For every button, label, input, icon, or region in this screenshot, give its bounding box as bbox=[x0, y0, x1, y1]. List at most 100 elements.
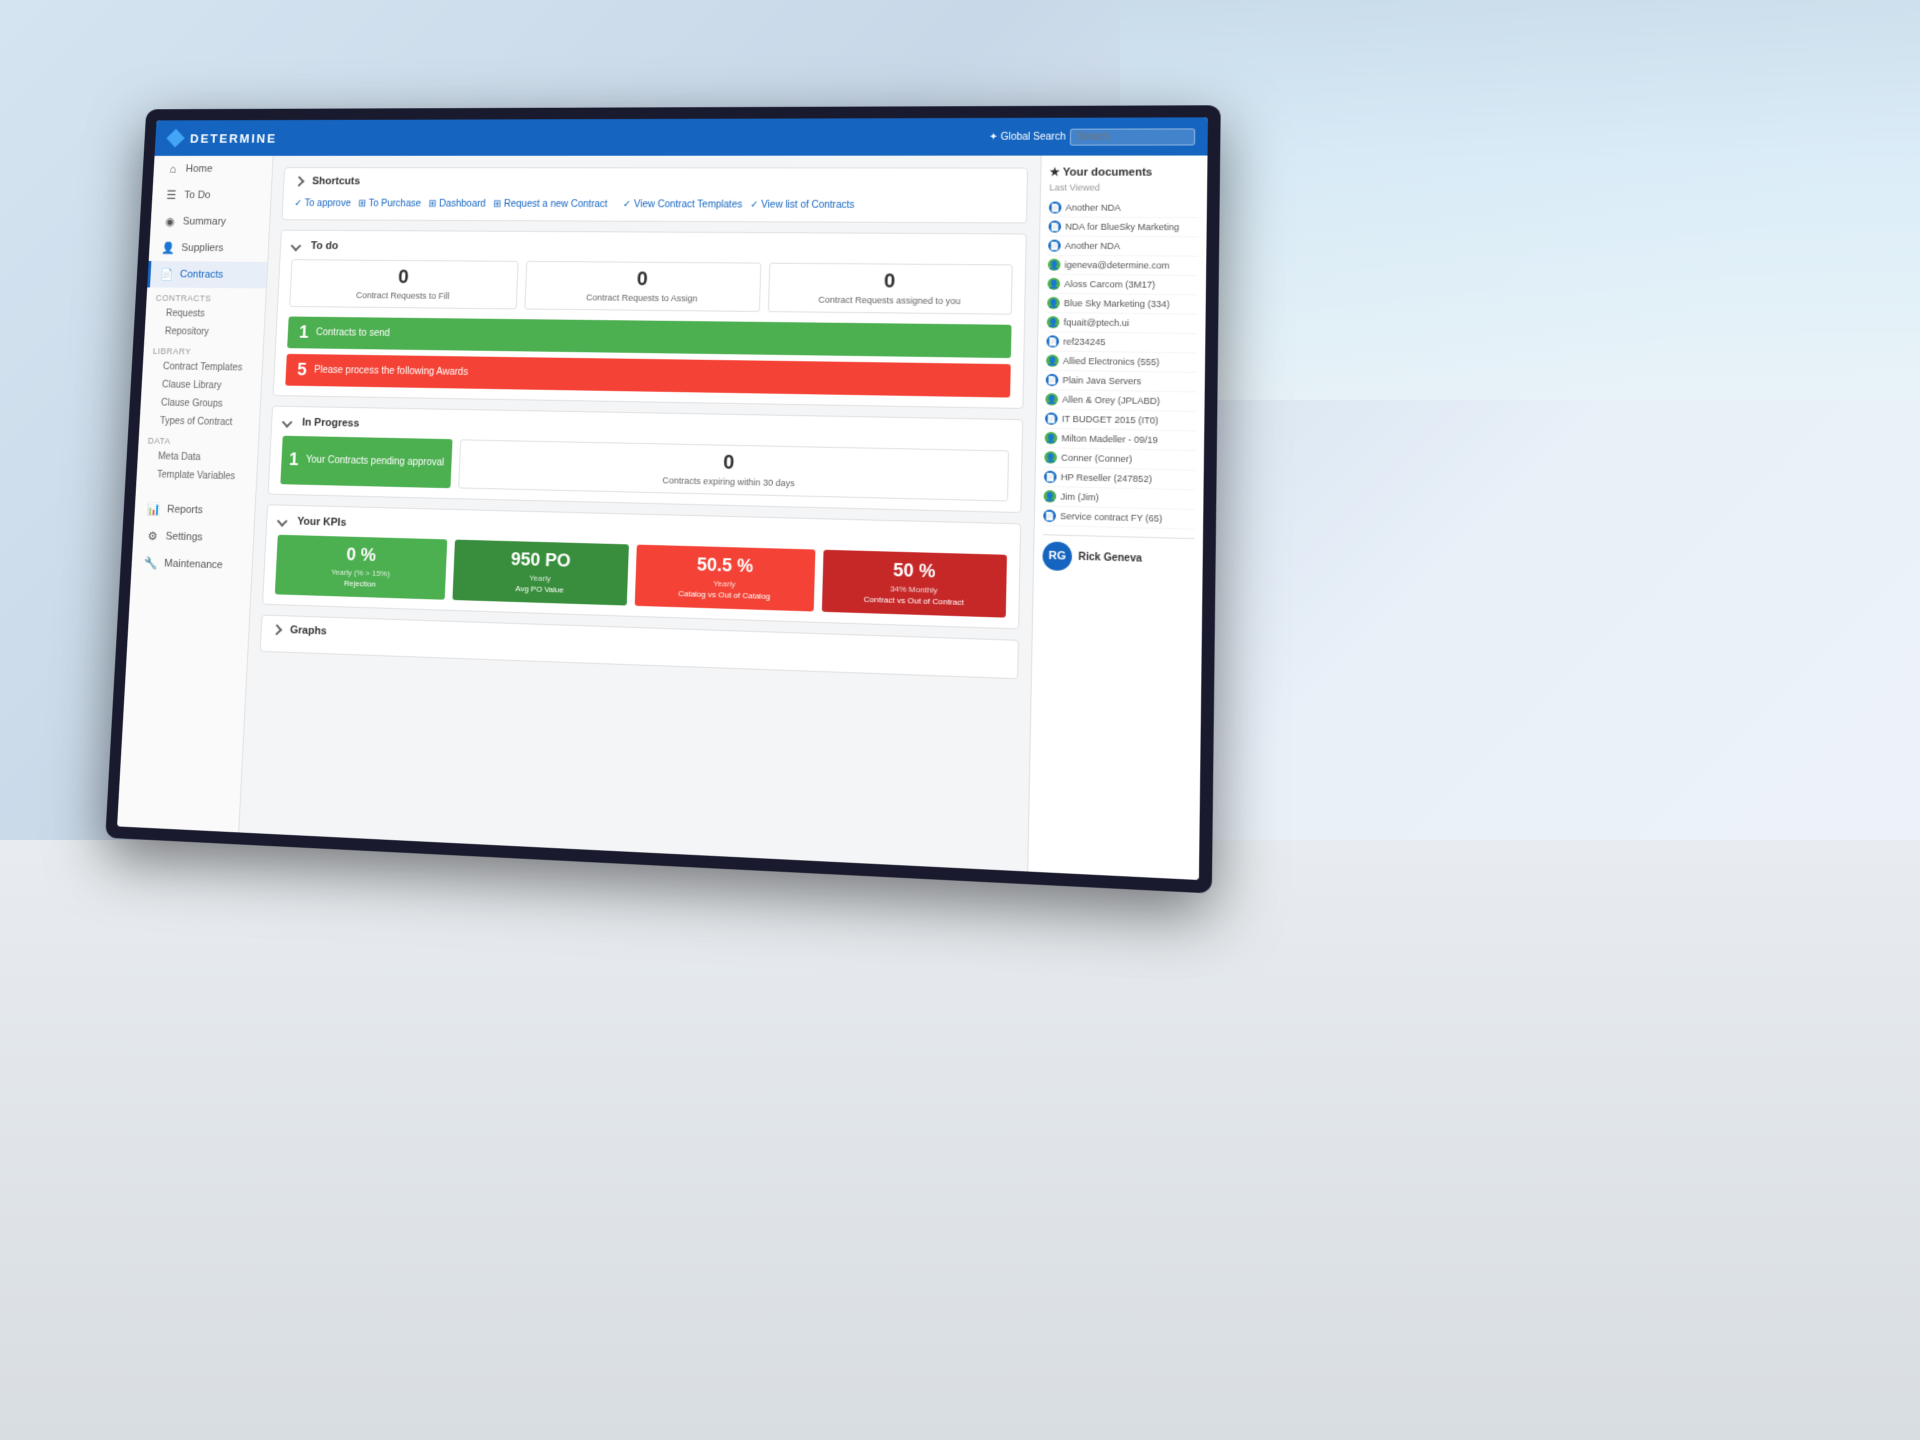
top-bar: DETERMINE ✦ Global Search bbox=[155, 117, 1208, 156]
main-layout: ⌂ Home ☰ To Do ◉ Summary 👤 Suppliers bbox=[117, 156, 1207, 880]
document-item[interactable]: 📄 Plain Java Servers bbox=[1046, 371, 1197, 393]
suppliers-icon: 👤 bbox=[161, 241, 176, 254]
sidebar-sub-clause-groups[interactable]: Clause Groups bbox=[140, 394, 260, 414]
inprogress-pending[interactable]: 1 Your Contracts pending approval bbox=[280, 436, 452, 488]
todo-action-send[interactable]: 1 Contracts to send bbox=[287, 316, 1011, 358]
doc-icon: 📄 bbox=[1046, 374, 1059, 386]
document-item[interactable]: 👤 fquait@ptech.ui bbox=[1047, 313, 1197, 334]
kpi-row: 0 % Yearly (% > 15%) Rejection 950 PO Ye… bbox=[275, 534, 1007, 617]
shortcut-dashboard[interactable]: ⊞ Dashboard bbox=[428, 198, 486, 209]
counter-assigned-label: Contract Requests assigned to you bbox=[777, 294, 1003, 307]
shortcuts-row: ✓ To approve ⊞ To Purchase ⊞ Dashboard ⊞… bbox=[294, 195, 1014, 215]
document-item[interactable]: 📄 NDA for BlueSky Marketing bbox=[1048, 218, 1198, 238]
kpi-title: Your KPIs bbox=[297, 515, 347, 528]
doc-icon: 👤 bbox=[1047, 316, 1060, 328]
doc-icon: 👤 bbox=[1045, 432, 1058, 444]
contracts-icon: 📄 bbox=[159, 268, 174, 281]
top-bar-right: ✦ Global Search bbox=[989, 128, 1195, 145]
shortcut-to-purchase[interactable]: ⊞ To Purchase bbox=[358, 198, 421, 209]
counter-assign: 0 Contract Requests to Assign bbox=[524, 261, 761, 312]
kpi-card-rejection[interactable]: 0 % Yearly (% > 15%) Rejection bbox=[275, 534, 447, 599]
user-avatar-area: RG Rick Geneva bbox=[1042, 534, 1194, 574]
app-name: DETERMINE bbox=[190, 131, 278, 145]
counter-assign-value: 0 bbox=[534, 268, 752, 292]
sidebar-item-settings[interactable]: ⚙ Settings bbox=[133, 522, 254, 552]
document-item[interactable]: 👤 Allied Electronics (555) bbox=[1046, 351, 1197, 372]
user-name: Rick Geneva bbox=[1078, 551, 1142, 564]
sidebar-item-maintenance[interactable]: 🔧 Maintenance bbox=[131, 549, 252, 580]
sidebar-label-home: Home bbox=[185, 163, 212, 174]
document-item[interactable]: 👤 Blue Sky Marketing (334) bbox=[1047, 294, 1197, 315]
kpi-section: Your KPIs 0 % Yearly (% > 15%) Rejection… bbox=[262, 504, 1021, 630]
document-item[interactable]: 📄 Another NDA bbox=[1049, 199, 1199, 219]
shortcut-request-contract[interactable]: ⊞ Request a new Contract bbox=[493, 198, 608, 209]
shortcuts-section: Shortcuts ✓ To approve ⊞ To Purchase ⊞ D… bbox=[281, 167, 1028, 223]
graphs-chevron bbox=[272, 624, 283, 635]
kpi-contract-label: Contract vs Out of Contract bbox=[830, 593, 998, 609]
kpi-card-po[interactable]: 950 PO Yearly Avg PO Value bbox=[452, 539, 629, 605]
document-item[interactable]: 👤 Allen & Orey (JPLABD) bbox=[1045, 390, 1196, 412]
doc-label: HP Reseller (247852) bbox=[1061, 472, 1152, 484]
doc-label: Service contract FY (65) bbox=[1060, 511, 1163, 524]
sidebar-item-todo[interactable]: ☰ To Do bbox=[152, 182, 272, 209]
document-item[interactable]: 👤 Aloss Carcom (3M17) bbox=[1047, 275, 1197, 296]
document-item[interactable]: 📄 ref234245 bbox=[1046, 332, 1197, 353]
doc-label: ref234245 bbox=[1063, 337, 1106, 348]
sidebar-item-reports[interactable]: 📊 Reports bbox=[134, 495, 255, 525]
sidebar-sub-template-variables[interactable]: Template Variables bbox=[136, 465, 257, 486]
sidebar-label-summary: Summary bbox=[183, 216, 227, 228]
sidebar-item-suppliers[interactable]: 👤 Suppliers bbox=[149, 235, 269, 262]
todo-action-awards[interactable]: 5 Please process the following Awards bbox=[285, 354, 1011, 398]
inprogress-pending-number: 1 bbox=[289, 450, 299, 471]
sidebar-label-maintenance: Maintenance bbox=[164, 558, 223, 571]
kpi-po-value: 950 PO bbox=[462, 547, 621, 572]
kpi-card-contract[interactable]: 50 % 34% Monthly Contract vs Out of Cont… bbox=[822, 549, 1007, 617]
sidebar-item-summary[interactable]: ◉ Summary bbox=[150, 208, 270, 235]
doc-label: Another NDA bbox=[1065, 241, 1120, 251]
sidebar-sub-requests[interactable]: Requests bbox=[145, 304, 265, 323]
shortcut-view-list[interactable]: ✓ View list of Contracts bbox=[750, 199, 855, 210]
doc-icon: 📄 bbox=[1043, 510, 1056, 523]
content-area: Shortcuts ✓ To approve ⊞ To Purchase ⊞ D… bbox=[239, 156, 1041, 872]
kpi-card-catalog[interactable]: 50.5 % Yearly Catalog vs Out of Catalog bbox=[635, 544, 816, 611]
todo-icon: ☰ bbox=[164, 189, 179, 202]
document-item[interactable]: 📄 Another NDA bbox=[1048, 237, 1198, 257]
sidebar-item-home[interactable]: ⌂ Home bbox=[153, 156, 273, 182]
reports-icon: 📊 bbox=[146, 502, 162, 516]
doc-label: Conner (Conner) bbox=[1061, 453, 1132, 465]
sidebar-item-contracts[interactable]: 📄 Contracts bbox=[147, 261, 267, 289]
sidebar-sub-contract-templates[interactable]: Contract Templates bbox=[142, 358, 262, 378]
doc-icon: 📄 bbox=[1049, 221, 1062, 233]
todo-action-send-number: 1 bbox=[299, 322, 309, 342]
counter-fill-label: Contract Requests to Fill bbox=[298, 290, 509, 302]
inprogress-pending-label: Your Contracts pending approval bbox=[306, 455, 445, 469]
sidebar-sub-repository[interactable]: Repository bbox=[144, 322, 264, 342]
kpi-catalog-label: Catalog vs Out of Catalog bbox=[643, 588, 806, 604]
laptop-wrapper: DETERMINE ✦ Global Search ⌂ Home bbox=[105, 105, 1221, 893]
sidebar-sub-clause-library[interactable]: Clause Library bbox=[141, 376, 261, 396]
document-item[interactable]: 📄 Service contract FY (65) bbox=[1043, 506, 1195, 529]
todo-actions: 1 Contracts to send 5 Please process the… bbox=[285, 316, 1011, 397]
shortcut-to-approve[interactable]: ✓ To approve bbox=[294, 198, 351, 209]
counter-fill-value: 0 bbox=[299, 266, 510, 290]
kpi-rejection-label: Rejection bbox=[283, 577, 438, 592]
document-item[interactable]: 👤 igeneva@determine.com bbox=[1048, 256, 1198, 276]
search-input[interactable] bbox=[1070, 128, 1195, 145]
shortcut-view-templates[interactable]: ✓ View Contract Templates bbox=[623, 199, 743, 210]
doc-label: IT BUDGET 2015 (IT0) bbox=[1062, 414, 1159, 426]
inprogress-expiring: 0 Contracts expiring within 30 days bbox=[458, 439, 1009, 501]
home-icon: ⌂ bbox=[165, 162, 180, 175]
right-panel-title: ★ Your documents bbox=[1050, 166, 1199, 179]
sidebar-label-reports: Reports bbox=[167, 504, 203, 517]
library-section-label: LIBRARY bbox=[143, 340, 263, 359]
doc-label: Allen & Orey (JPLABD) bbox=[1062, 394, 1160, 406]
doc-icon: 📄 bbox=[1045, 412, 1058, 424]
sidebar-sub-types-of-contract[interactable]: Types of Contract bbox=[139, 412, 259, 433]
right-panel: ★ Your documents Last Viewed 📄 Another N… bbox=[1027, 156, 1207, 880]
contracts-section-label: CONTRACTS bbox=[146, 287, 266, 305]
doc-icon: 📄 bbox=[1046, 335, 1059, 347]
counter-fill: 0 Contract Requests to Fill bbox=[289, 259, 518, 309]
doc-label: Jim (Jim) bbox=[1060, 491, 1099, 502]
doc-icon: 👤 bbox=[1044, 490, 1057, 503]
inprogress-section: In Progress 1 Your Contracts pending app… bbox=[268, 405, 1024, 512]
